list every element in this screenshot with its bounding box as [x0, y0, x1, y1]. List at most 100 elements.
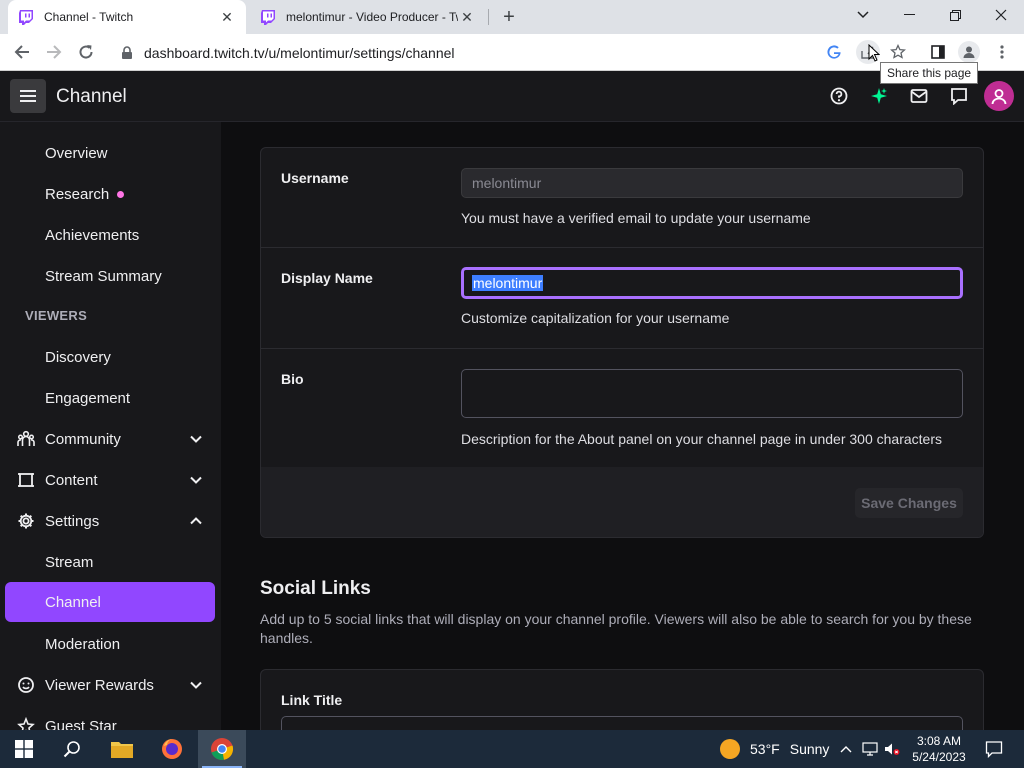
- windows-taskbar: 53°F Sunny 3:08 AM 5/24/2023: [0, 730, 1024, 768]
- bookmark-star-icon[interactable]: [888, 42, 908, 62]
- display-name-row: Display Name melontimur Customize capita…: [261, 248, 983, 349]
- sidebar-item-moderation[interactable]: Moderation: [5, 624, 215, 664]
- restore-icon[interactable]: [932, 0, 978, 30]
- close-tab-icon[interactable]: ✕: [458, 8, 476, 26]
- sun-icon: [720, 739, 740, 759]
- weather-condition: Sunny: [789, 741, 830, 757]
- username-row: Username melontimur You must have a veri…: [261, 148, 983, 248]
- windows-start-icon[interactable]: [10, 735, 38, 763]
- menu-kebab-icon[interactable]: [992, 42, 1012, 62]
- tab-title: Channel - Twitch: [44, 10, 134, 24]
- chrome-icon[interactable]: [208, 735, 236, 763]
- avatar[interactable]: [984, 81, 1014, 111]
- bio-label: Bio: [281, 371, 304, 387]
- page-title: Channel: [56, 86, 127, 107]
- network-icon[interactable]: [860, 735, 880, 763]
- viewer-rewards-icon: [16, 675, 36, 695]
- link-title-label: Link Title: [281, 692, 343, 708]
- sidebar-section-viewers: VIEWERS: [25, 308, 88, 323]
- minimize-icon[interactable]: [886, 0, 932, 30]
- mouse-cursor-icon: [868, 44, 880, 62]
- whispers-icon[interactable]: [947, 84, 971, 108]
- browser-tab-video-producer[interactable]: melontimur - Video Producer - Twitch ✕: [250, 0, 486, 34]
- dashboard-sidebar: Overview Research Achievements Stream Su…: [0, 122, 221, 730]
- close-window-icon[interactable]: [978, 0, 1024, 30]
- taskbar-clock[interactable]: 3:08 AM 5/24/2023: [906, 733, 972, 765]
- sidebar-item-channel[interactable]: Channel: [5, 582, 215, 622]
- sidebar-item-overview[interactable]: Overview: [5, 133, 215, 173]
- chevron-down-icon: [190, 476, 202, 484]
- sidebar-item-label: Community: [45, 430, 121, 448]
- back-icon[interactable]: [10, 40, 34, 64]
- sidebar-item-guest-star[interactable]: Guest Star: [5, 706, 215, 730]
- community-icon: [16, 429, 36, 449]
- inbox-icon[interactable]: [907, 84, 931, 108]
- sidebar-item-label: Content: [45, 471, 98, 489]
- sidebar-item-label: Settings: [45, 512, 100, 530]
- sidebar-item-label: Overview: [45, 144, 108, 162]
- close-tab-icon[interactable]: ✕: [218, 8, 236, 26]
- chevron-up-icon: [190, 517, 202, 525]
- search-icon[interactable]: [58, 735, 86, 763]
- chevron-down-icon: [190, 435, 202, 443]
- address-bar[interactable]: dashboard.twitch.tv/u/melontimur/setting…: [110, 38, 850, 67]
- notifications-icon[interactable]: [980, 735, 1008, 763]
- sidebar-item-settings[interactable]: Settings: [5, 501, 215, 541]
- display-name-value: melontimur: [472, 275, 544, 291]
- browser-tab-channel[interactable]: Channel - Twitch ✕: [8, 0, 246, 34]
- sparkle-icon[interactable]: [867, 84, 891, 108]
- bio-hint: Description for the About panel on your …: [461, 431, 942, 447]
- new-badge-dot: [117, 191, 124, 198]
- sidebar-item-label: Stream: [45, 553, 94, 571]
- profile-settings-card: Username melontimur You must have a veri…: [260, 147, 984, 538]
- weather-temperature: 53°F: [750, 741, 780, 757]
- content-icon: [16, 470, 36, 490]
- display-name-input[interactable]: melontimur: [461, 267, 963, 299]
- tab-search-icon[interactable]: [840, 0, 886, 30]
- new-tab-icon[interactable]: +: [498, 6, 520, 28]
- social-links-title: Social Links: [260, 578, 371, 599]
- sidebar-item-discovery[interactable]: Discovery: [5, 337, 215, 377]
- twitch-favicon-icon: [260, 9, 276, 25]
- sidebar-item-content[interactable]: Content: [5, 460, 215, 500]
- social-links-description: Add up to 5 social links that will displ…: [260, 611, 972, 646]
- clock-date: 5/24/2023: [912, 750, 966, 764]
- social-links-card: Link Title: [260, 669, 984, 730]
- bio-row: Bio Description for the About panel on y…: [261, 349, 983, 467]
- username-label: Username: [281, 170, 349, 186]
- gear-icon: [16, 511, 36, 531]
- dashboard-top-nav: Channel: [0, 71, 1024, 122]
- google-translate-icon[interactable]: [824, 42, 844, 62]
- sidebar-item-label: Research: [45, 185, 110, 203]
- reload-icon[interactable]: [74, 40, 98, 64]
- sidebar-item-viewer-rewards[interactable]: Viewer Rewards: [5, 665, 215, 705]
- forward-icon[interactable]: [42, 40, 66, 64]
- sidebar-item-stream[interactable]: Stream: [5, 542, 215, 582]
- save-changes-button[interactable]: Save Changes: [855, 488, 963, 518]
- volume-muted-icon[interactable]: [882, 735, 902, 763]
- browser-tab-strip: Channel - Twitch ✕ melontimur - Video Pr…: [0, 0, 1024, 34]
- bio-textarea[interactable]: [461, 369, 963, 418]
- sidebar-item-research[interactable]: Research: [5, 174, 215, 214]
- share-tooltip: Share this page: [880, 62, 979, 84]
- weather-widget[interactable]: 53°F Sunny: [720, 739, 829, 759]
- show-hidden-icons-icon[interactable]: [836, 735, 856, 763]
- help-icon[interactable]: [827, 84, 851, 108]
- sidebar-item-label: Channel: [45, 593, 101, 611]
- username-hint: You must have a verified email to update…: [461, 210, 811, 226]
- sidebar-item-label: Guest Star: [45, 717, 117, 731]
- main-content: Username melontimur You must have a veri…: [221, 122, 1024, 730]
- sidebar-item-stream-summary[interactable]: Stream Summary: [5, 256, 215, 296]
- tab-title: melontimur - Video Producer - Twitch: [286, 10, 458, 24]
- file-explorer-icon[interactable]: [108, 735, 136, 763]
- link-title-input[interactable]: [281, 716, 963, 730]
- sidebar-item-engagement[interactable]: Engagement: [5, 378, 215, 418]
- sidebar-item-achievements[interactable]: Achievements: [5, 215, 215, 255]
- tab-divider: [488, 9, 489, 25]
- hamburger-menu-icon[interactable]: [10, 79, 46, 113]
- side-panel-icon[interactable]: [928, 42, 948, 62]
- sidebar-item-community[interactable]: Community: [5, 419, 215, 459]
- profile-icon[interactable]: [958, 41, 980, 63]
- firefox-icon[interactable]: [158, 735, 186, 763]
- clock-time: 3:08 AM: [916, 734, 962, 748]
